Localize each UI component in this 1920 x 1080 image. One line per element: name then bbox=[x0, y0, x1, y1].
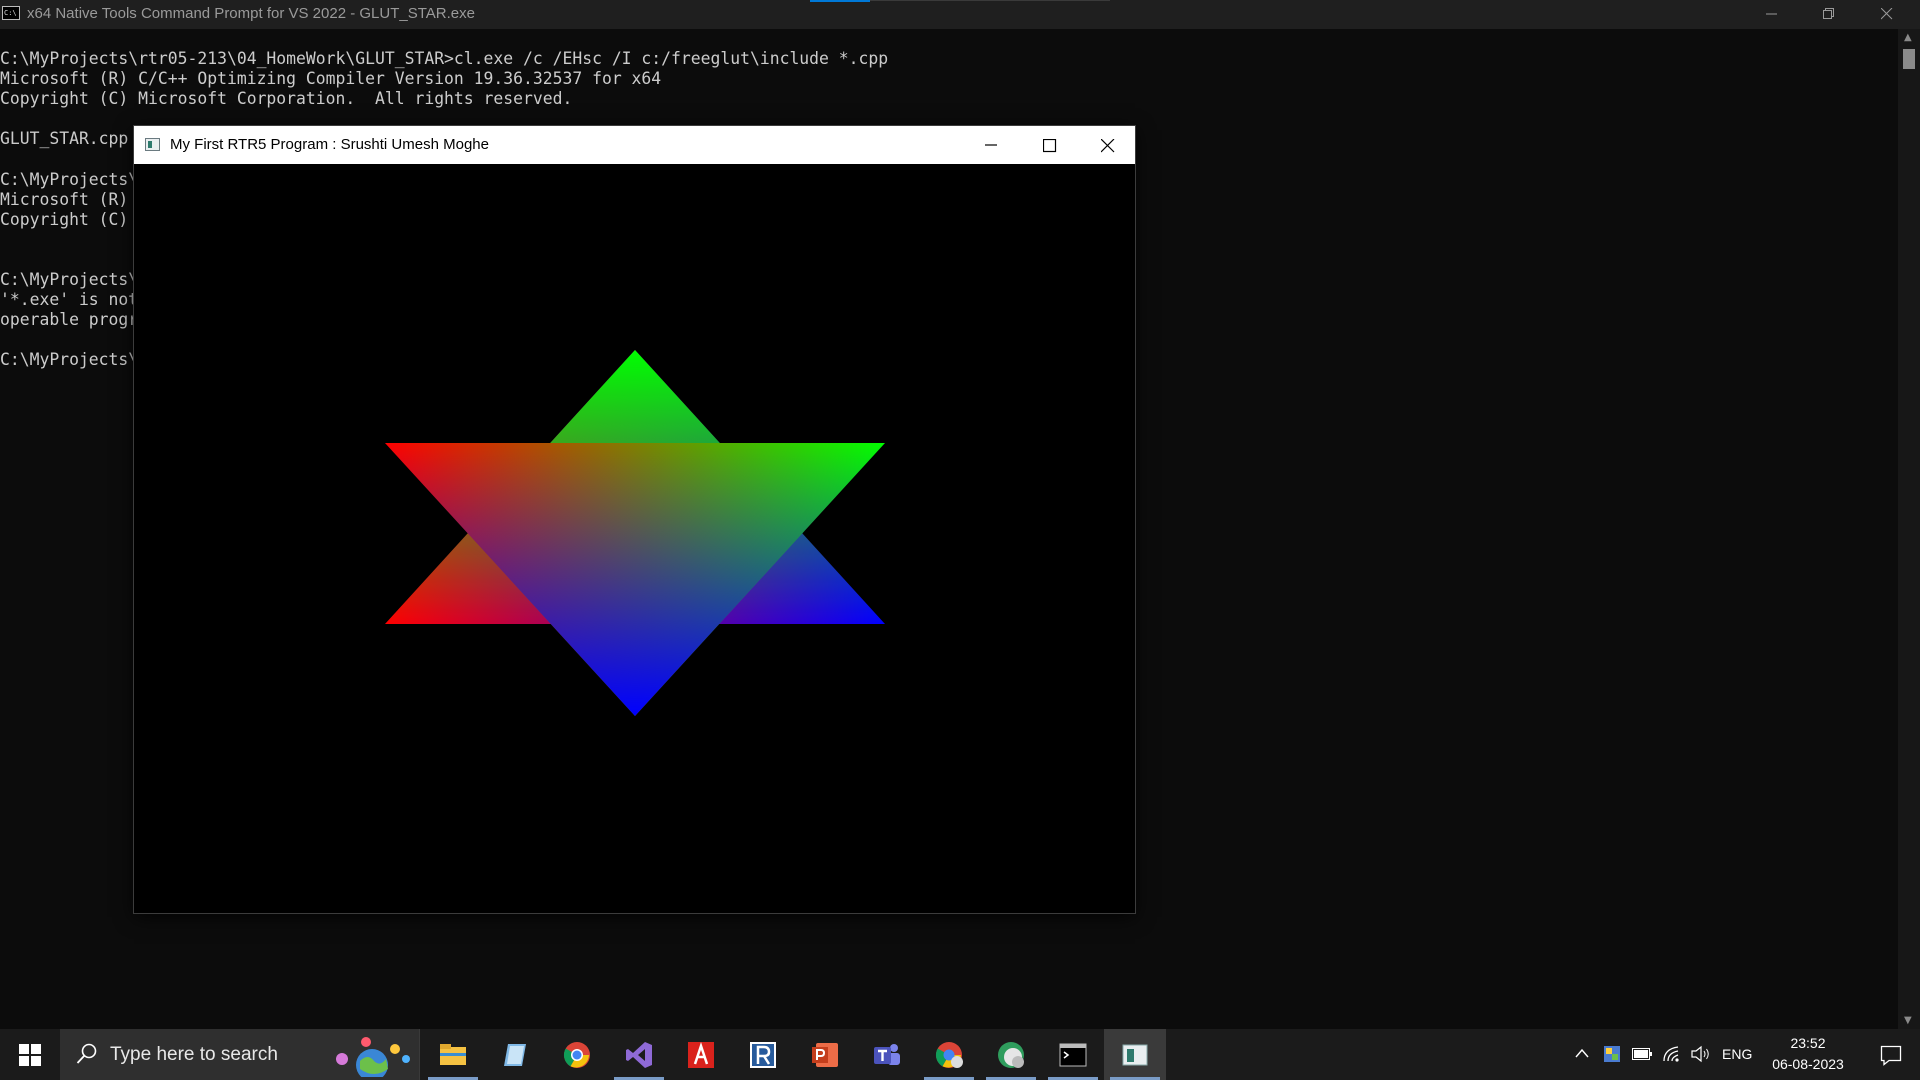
maximize-icon bbox=[1043, 139, 1057, 153]
taskbar-acrobat[interactable] bbox=[670, 1029, 732, 1080]
close-icon bbox=[1101, 139, 1115, 153]
scrollbar-thumb[interactable] bbox=[1903, 49, 1915, 69]
start-button[interactable] bbox=[0, 1029, 60, 1080]
taskbar-clock[interactable]: 23:52 06-08-2023 bbox=[1760, 1033, 1856, 1075]
chrome-icon bbox=[563, 1042, 590, 1068]
language-indicator[interactable]: ENG bbox=[1722, 1046, 1752, 1062]
console-line: Copyright (C) Microsoft Corporation. All… bbox=[0, 89, 573, 109]
titlebar-divider bbox=[870, 0, 1110, 1]
glut-window-title: My First RTR5 Program : Srushti Umesh Mo… bbox=[170, 136, 489, 153]
scroll-up-icon[interactable]: ▲ bbox=[1904, 32, 1912, 43]
titlebar-accent bbox=[810, 0, 870, 2]
minimize-icon bbox=[985, 144, 997, 146]
console-close-button[interactable] bbox=[1858, 0, 1916, 29]
glut-maximize-button[interactable] bbox=[1021, 126, 1079, 164]
search-highlight-icon bbox=[336, 1037, 410, 1077]
console-scrollbar[interactable]: ▲ ▼ bbox=[1898, 29, 1920, 1029]
console-window-title: x64 Native Tools Command Prompt for VS 2… bbox=[27, 5, 475, 22]
glut-window[interactable]: My First RTR5 Program : Srushti Umesh Mo… bbox=[134, 126, 1135, 913]
file-explorer-icon bbox=[440, 1044, 466, 1065]
restore-icon bbox=[1823, 8, 1834, 19]
scroll-down-icon[interactable]: ▼ bbox=[1904, 1015, 1912, 1026]
console-minimize-button[interactable] bbox=[1743, 0, 1801, 29]
console-line: Microsoft (R) C/C++ Optimizing Compiler … bbox=[0, 69, 662, 89]
acrobat-icon bbox=[688, 1042, 714, 1068]
taskbar-glut-app[interactable] bbox=[1104, 1029, 1166, 1080]
chevron-up-icon bbox=[1575, 1048, 1589, 1058]
glut-render-canvas[interactable] bbox=[134, 164, 1135, 913]
wifi-icon[interactable] bbox=[1662, 1045, 1682, 1063]
console-titlebar[interactable]: C:\ x64 Native Tools Command Prompt for … bbox=[0, 0, 1920, 29]
teams-icon bbox=[874, 1044, 900, 1065]
powerpoint-icon bbox=[812, 1043, 838, 1067]
rider-icon bbox=[750, 1042, 776, 1068]
terminal-icon bbox=[1059, 1043, 1087, 1067]
taskbar-terminal[interactable] bbox=[1042, 1029, 1104, 1080]
app-tray-icon[interactable] bbox=[1603, 1045, 1621, 1063]
edge-icon bbox=[998, 1042, 1024, 1068]
visual-studio-icon bbox=[626, 1042, 652, 1068]
glut-app-icon bbox=[1122, 1044, 1148, 1066]
taskbar-notepad[interactable] bbox=[484, 1029, 546, 1080]
glut-app-icon bbox=[145, 138, 160, 151]
search-placeholder: Type here to search bbox=[110, 1044, 278, 1065]
command-prompt-icon: C:\ bbox=[2, 6, 20, 20]
console-restore-button[interactable] bbox=[1800, 0, 1858, 29]
taskbar-search-box[interactable]: Type here to search bbox=[60, 1029, 420, 1080]
battery-icon[interactable] bbox=[1632, 1048, 1652, 1060]
taskbar: Type here to search ENG 23:52 06-08-2023 bbox=[0, 1029, 1920, 1080]
clock-date: 06-08-2023 bbox=[1772, 1056, 1844, 1072]
taskbar-edge[interactable] bbox=[980, 1029, 1042, 1080]
action-center-button[interactable] bbox=[1860, 1029, 1920, 1080]
notification-icon bbox=[1880, 1045, 1902, 1066]
glut-titlebar[interactable]: My First RTR5 Program : Srushti Umesh Mo… bbox=[134, 126, 1135, 164]
taskbar-chrome[interactable] bbox=[546, 1029, 608, 1080]
windows-logo-icon bbox=[19, 1044, 41, 1066]
chrome-profile-icon bbox=[935, 1042, 963, 1068]
search-icon bbox=[76, 1043, 97, 1064]
glut-minimize-button[interactable] bbox=[963, 126, 1021, 164]
taskbar-file-explorer[interactable] bbox=[422, 1029, 484, 1080]
minimize-icon bbox=[1766, 13, 1777, 15]
close-icon bbox=[1881, 8, 1893, 20]
notepad-icon bbox=[504, 1044, 526, 1066]
glut-close-button[interactable] bbox=[1079, 126, 1137, 164]
volume-icon[interactable] bbox=[1691, 1045, 1713, 1063]
show-hidden-icons-button[interactable] bbox=[1570, 1029, 1594, 1080]
taskbar-teams[interactable] bbox=[856, 1029, 918, 1080]
taskbar-rider[interactable] bbox=[732, 1029, 794, 1080]
taskbar-chrome-profile[interactable] bbox=[918, 1029, 980, 1080]
star-drawing bbox=[385, 350, 885, 716]
clock-time: 23:52 bbox=[1790, 1035, 1826, 1051]
desktop-screen: C:\ x64 Native Tools Command Prompt for … bbox=[0, 0, 1920, 1080]
taskbar-visual-studio[interactable] bbox=[608, 1029, 670, 1080]
console-line: C:\MyProjects\rtr05-213\04_HomeWork\GLUT… bbox=[0, 49, 889, 68]
taskbar-powerpoint[interactable] bbox=[794, 1029, 856, 1080]
